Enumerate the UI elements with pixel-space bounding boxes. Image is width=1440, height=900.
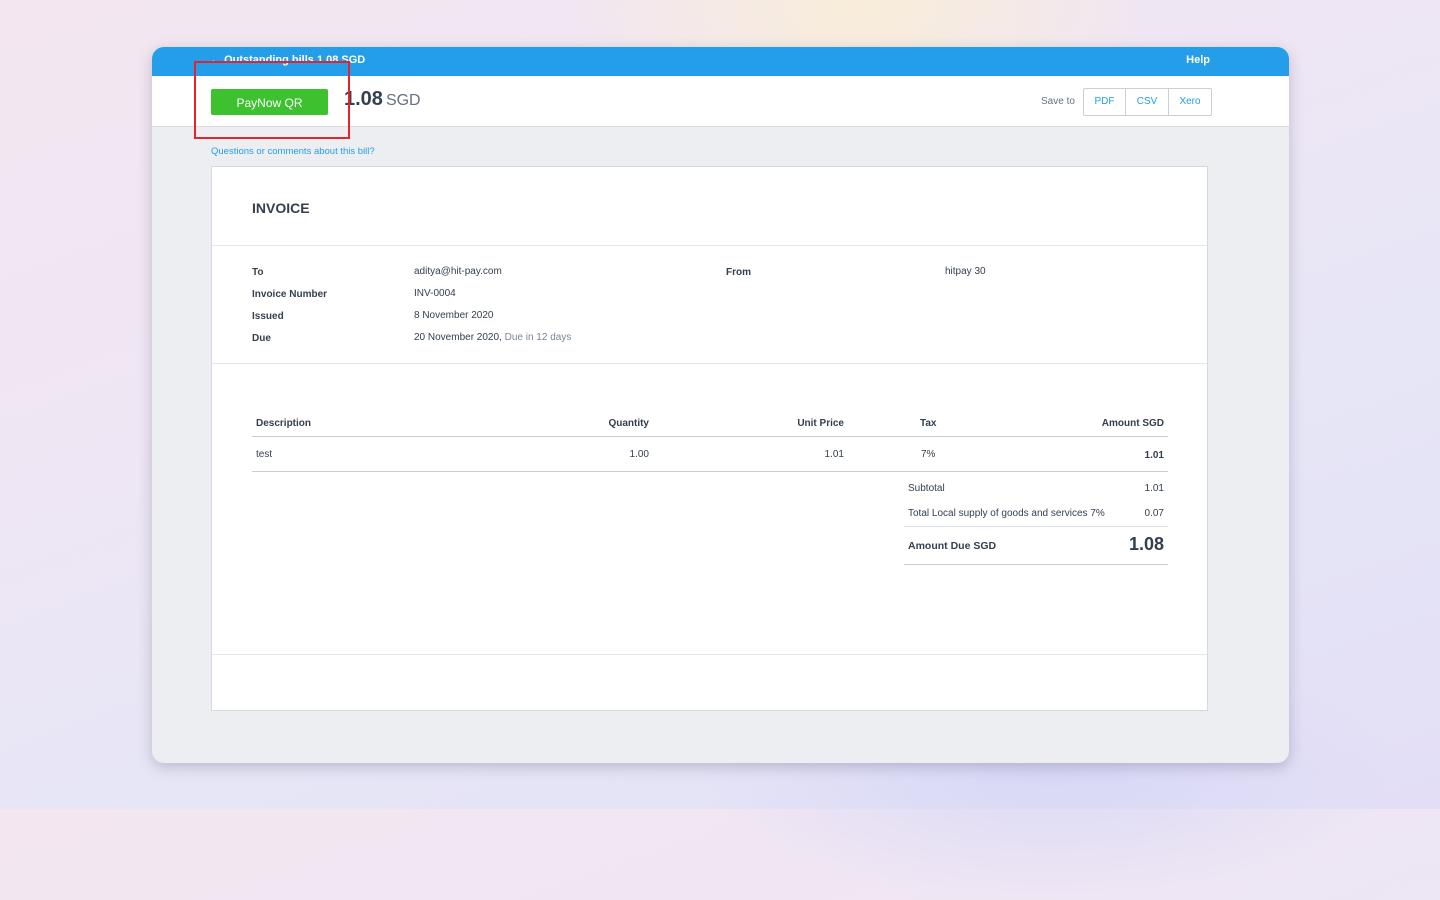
due-note: Due in 12 days bbox=[504, 332, 572, 343]
to-label: To bbox=[252, 267, 264, 278]
row-unit-price: 1.01 bbox=[824, 449, 844, 460]
column-header-tax: Tax bbox=[920, 418, 937, 429]
column-header-quantity: Quantity bbox=[608, 418, 649, 429]
total-amount-currency: SGD bbox=[385, 92, 421, 109]
row-tax: 7% bbox=[921, 449, 936, 460]
total-amount: 1.08 SGD bbox=[344, 88, 421, 111]
from-label: From bbox=[726, 267, 751, 278]
issued-label: Issued bbox=[252, 311, 284, 322]
due-value: 20 November 2020, Due in 12 days bbox=[414, 332, 571, 343]
table-header-rule bbox=[252, 436, 1168, 437]
subtotal-label: Subtotal bbox=[908, 483, 945, 494]
amount-due-value: 1.08 bbox=[1128, 534, 1164, 554]
highlight-box bbox=[194, 61, 350, 139]
invoice-number-value: INV-0004 bbox=[414, 288, 456, 299]
divider bbox=[212, 245, 1207, 246]
issued-value: 8 November 2020 bbox=[414, 310, 494, 321]
save-to-label: Save to bbox=[1041, 96, 1075, 107]
save-csv-button[interactable]: CSV bbox=[1126, 89, 1169, 115]
column-header-amount: Amount SGD bbox=[1101, 418, 1164, 429]
to-value: aditya@hit-pay.com bbox=[414, 266, 502, 277]
invoice-card: INVOICE To aditya@hit-pay.com Invoice Nu… bbox=[211, 166, 1208, 711]
row-amount: 1.01 bbox=[1144, 450, 1164, 461]
totals-rule bbox=[904, 526, 1168, 527]
invoice-title: INVOICE bbox=[252, 200, 310, 216]
browser-window: ← Outstanding bills 1.08 SGD Help PayNow… bbox=[152, 47, 1289, 763]
save-to-group: PDF CSV Xero bbox=[1083, 88, 1212, 116]
due-label: Due bbox=[252, 333, 271, 344]
amount-due-rule bbox=[904, 564, 1168, 565]
column-header-description: Description bbox=[256, 418, 312, 429]
invoice-number-label: Invoice Number bbox=[252, 289, 328, 300]
table-row-rule bbox=[252, 471, 1168, 472]
questions-link[interactable]: Questions or comments about this bill? bbox=[211, 146, 375, 157]
from-value: hitpay 30 bbox=[945, 266, 986, 277]
divider bbox=[212, 363, 1207, 364]
row-description: test bbox=[256, 449, 273, 460]
help-link[interactable]: Help bbox=[1186, 54, 1210, 66]
save-pdf-button[interactable]: PDF bbox=[1084, 89, 1126, 115]
row-quantity: 1.00 bbox=[629, 449, 649, 460]
save-xero-button[interactable]: Xero bbox=[1169, 89, 1211, 115]
due-date: 20 November 2020, bbox=[414, 332, 502, 343]
tax-total-value: 0.07 bbox=[1144, 508, 1164, 519]
amount-due-label: Amount Due SGD bbox=[908, 540, 997, 552]
column-header-unit-price: Unit Price bbox=[797, 418, 844, 429]
divider bbox=[212, 654, 1207, 655]
subtotal-value: 1.01 bbox=[1144, 483, 1164, 494]
